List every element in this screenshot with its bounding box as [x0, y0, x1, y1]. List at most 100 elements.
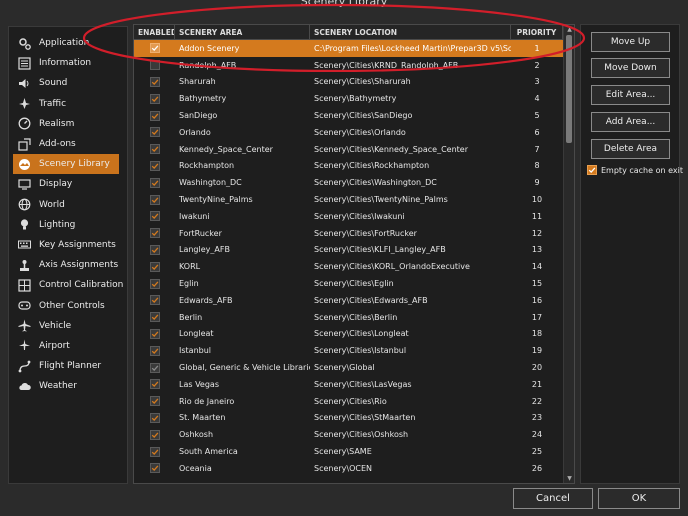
- table-row[interactable]: Iwakuni Scenery\Cities\Iwakuni 11: [134, 208, 574, 225]
- empty-cache-checkbox[interactable]: [587, 165, 597, 175]
- table-row[interactable]: Edwards_AFB Scenery\Cities\Edwards_AFB 16: [134, 292, 574, 309]
- enabled-checkbox[interactable]: [149, 43, 160, 54]
- table-row[interactable]: TwentyNine_Palms Scenery\Cities\TwentyNin…: [134, 191, 574, 208]
- enabled-checkbox[interactable]: [149, 93, 160, 104]
- enabled-checkbox[interactable]: [149, 446, 160, 457]
- controls-icon: [17, 299, 31, 313]
- sidebar-item-axis-assignments[interactable]: Axis Assignments: [9, 255, 127, 275]
- table-row[interactable]: Rio de Janeiro Scenery\Cities\Rio 22: [134, 393, 574, 410]
- enabled-checkbox[interactable]: [149, 76, 160, 87]
- table-scrollbar[interactable]: ▲ ▼: [563, 25, 574, 483]
- header-enabled[interactable]: ENABLED: [134, 25, 175, 39]
- table-row[interactable]: Orlando Scenery\Cities\Orlando 6: [134, 124, 574, 141]
- table-row[interactable]: Washington_DC Scenery\Cities\Washington_D…: [134, 174, 574, 191]
- enabled-checkbox[interactable]: [149, 110, 160, 121]
- enabled-checkbox[interactable]: [149, 244, 160, 255]
- scenery-location-cell: Scenery\Cities\Longleat: [314, 329, 409, 339]
- move-up-button[interactable]: Move Up: [591, 32, 670, 52]
- table-row[interactable]: Istanbul Scenery\Cities\Istanbul 19: [134, 342, 574, 359]
- sidebar-item-airport[interactable]: Airport: [9, 336, 127, 356]
- sidebar-item-label: Application: [39, 38, 90, 49]
- enabled-checkbox[interactable]: [149, 211, 160, 222]
- enabled-checkbox[interactable]: [149, 463, 160, 474]
- enabled-checkbox[interactable]: [149, 379, 160, 390]
- sidebar-item-information[interactable]: Information: [9, 53, 127, 73]
- table-row[interactable]: Eglin Scenery\Cities\Eglin 15: [134, 275, 574, 292]
- table-row[interactable]: Bathymetry Scenery\Bathymetry 4: [134, 90, 574, 107]
- scenery-area-cell: Rio de Janeiro: [179, 396, 235, 406]
- sidebar-item-traffic[interactable]: Traffic: [9, 94, 127, 114]
- sidebar-item-control-calibration[interactable]: Control Calibration: [9, 275, 127, 295]
- scroll-down-arrow-icon[interactable]: ▼: [564, 474, 574, 483]
- enabled-checkbox[interactable]: [149, 194, 160, 205]
- cloud-icon: [17, 379, 31, 393]
- enabled-checkbox[interactable]: [149, 228, 160, 239]
- sidebar-item-lighting[interactable]: Lighting: [9, 215, 127, 235]
- table-row[interactable]: KORL Scenery\Cities\KORL_OrlandoExecutive…: [134, 258, 574, 275]
- table-row[interactable]: Oceania Scenery\OCEN 26: [134, 460, 574, 477]
- enabled-cell: [134, 43, 175, 54]
- enabled-checkbox[interactable]: [149, 412, 160, 423]
- move-down-button[interactable]: Move Down: [591, 58, 670, 78]
- table-row[interactable]: Sharurah Scenery\Cities\Sharurah 3: [134, 74, 574, 91]
- cancel-button[interactable]: Cancel: [513, 488, 593, 509]
- table-row[interactable]: Rockhampton Scenery\Cities\Rockhampton 8: [134, 158, 574, 175]
- table-row[interactable]: Addon Scenery C:\Program Files\Lockheed M…: [134, 40, 574, 57]
- header-scenery-area[interactable]: SCENERY AREA: [175, 25, 310, 39]
- sidebar-item-other-controls[interactable]: Other Controls: [9, 295, 127, 315]
- enabled-checkbox[interactable]: [149, 261, 160, 272]
- table-row[interactable]: Langley_AFB Scenery\Cities\KLFI_Langley_A…: [134, 242, 574, 259]
- sidebar-item-key-assignments[interactable]: Key Assignments: [9, 235, 127, 255]
- enabled-checkbox[interactable]: [149, 312, 160, 323]
- sidebar-item-weather[interactable]: Weather: [9, 376, 127, 396]
- enabled-checkbox[interactable]: [149, 144, 160, 155]
- sidebar-item-display[interactable]: Display: [9, 174, 127, 194]
- delete-area-button[interactable]: Delete Area: [591, 139, 670, 159]
- enabled-checkbox[interactable]: [149, 396, 160, 407]
- table-row[interactable]: Kennedy_Space_Center Scenery\Cities\Kenne…: [134, 141, 574, 158]
- enabled-checkbox[interactable]: [149, 429, 160, 440]
- enabled-checkbox[interactable]: [149, 177, 160, 188]
- sidebar-item-add-ons[interactable]: Add-ons: [9, 134, 127, 154]
- enabled-checkbox[interactable]: [149, 60, 160, 71]
- scenery-location-cell: Scenery\Cities\Edwards_AFB: [314, 295, 428, 305]
- table-row[interactable]: Berlin Scenery\Cities\Berlin 17: [134, 309, 574, 326]
- sidebar-item-application[interactable]: Application: [9, 33, 127, 53]
- table-row[interactable]: Longleat Scenery\Cities\Longleat 18: [134, 326, 574, 343]
- header-scenery-location[interactable]: SCENERY LOCATION: [310, 25, 511, 39]
- sidebar-item-flight-planner[interactable]: Flight Planner: [9, 356, 127, 376]
- priority-cell: 11: [531, 211, 543, 221]
- sidebar-item-vehicle[interactable]: Vehicle: [9, 316, 127, 336]
- table-row[interactable]: St. Maarten Scenery\Cities\StMaarten 23: [134, 410, 574, 427]
- enabled-checkbox[interactable]: [149, 127, 160, 138]
- sidebar-item-label: Airport: [39, 340, 70, 351]
- header-priority[interactable]: PRIORITY: [511, 25, 563, 39]
- scroll-up-arrow-icon[interactable]: ▲: [564, 25, 574, 34]
- table-row[interactable]: FortRucker Scenery\Cities\FortRucker 12: [134, 225, 574, 242]
- sidebar-item-scenery-library[interactable]: Scenery Library: [13, 154, 119, 175]
- table-row[interactable]: SanDiego Scenery\Cities\SanDiego 5: [134, 107, 574, 124]
- scenery-location-cell: Scenery\OCEN: [314, 463, 373, 473]
- enabled-checkbox[interactable]: [149, 278, 160, 289]
- table-row[interactable]: Las Vegas Scenery\Cities\LasVegas 21: [134, 376, 574, 393]
- enabled-checkbox[interactable]: [149, 362, 160, 373]
- sidebar-item-world[interactable]: World: [9, 195, 127, 215]
- table-row[interactable]: Oshkosh Scenery\Cities\Oshkosh 24: [134, 426, 574, 443]
- enabled-checkbox[interactable]: [149, 328, 160, 339]
- ok-button[interactable]: OK: [598, 488, 680, 509]
- scenery-area-cell: Las Vegas: [179, 379, 219, 389]
- sidebar-item-sound[interactable]: Sound: [9, 73, 127, 93]
- enabled-checkbox[interactable]: [149, 295, 160, 306]
- table-row[interactable]: Global, Generic & Vehicle Libraries Scene…: [134, 359, 574, 376]
- enabled-cell: [134, 379, 175, 390]
- sidebar-item-realism[interactable]: Realism: [9, 114, 127, 134]
- empty-cache-option[interactable]: Empty cache on exit: [587, 165, 683, 175]
- table-row[interactable]: South America Scenery\SAME 25: [134, 443, 574, 460]
- edit-area-button[interactable]: Edit Area...: [591, 85, 670, 105]
- checkmark-icon: [151, 281, 158, 287]
- add-area-button[interactable]: Add Area...: [591, 112, 670, 132]
- table-row[interactable]: Randolph_AFB Scenery\Cities\KRND_Randolph…: [134, 57, 574, 74]
- scroll-thumb[interactable]: [566, 35, 572, 143]
- enabled-checkbox[interactable]: [149, 345, 160, 356]
- enabled-checkbox[interactable]: [149, 160, 160, 171]
